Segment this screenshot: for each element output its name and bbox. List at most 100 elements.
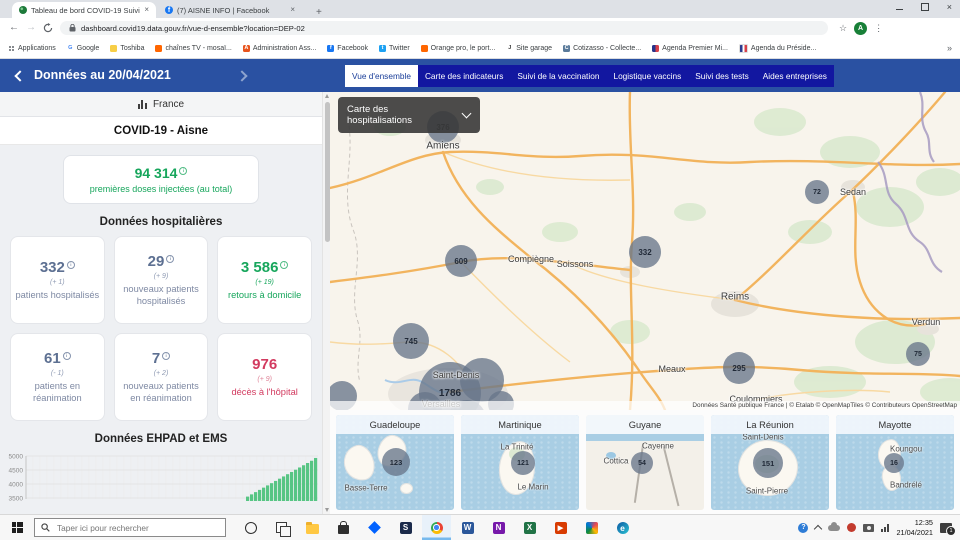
region-selector[interactable]: France — [0, 92, 322, 117]
territories-row: Basse-Terre123GuadeloupeLa TrinitéLe Mar… — [330, 410, 960, 514]
tab-close-icon[interactable]: × — [144, 6, 149, 14]
tab-close-icon[interactable]: × — [290, 6, 295, 14]
cortana-taskbar-button[interactable] — [236, 515, 265, 540]
nav-tab-logistique-vaccins[interactable]: Logistique vaccins — [606, 65, 688, 87]
camera-icon[interactable] — [863, 524, 874, 532]
close-icon[interactable]: × — [947, 2, 952, 12]
scrollbar-thumb[interactable] — [325, 102, 330, 242]
ehpad-chart: 5000450040003500 — [0, 453, 322, 501]
url-field[interactable]: dashboard.covid19.data.gouv.fr/vue-d-ens… — [60, 21, 828, 35]
bookmark-item[interactable]: fFacebook — [327, 45, 368, 52]
notifications-icon[interactable] — [940, 523, 952, 533]
territory-card-reunion[interactable]: Saint-DenisSaint-Pierre151La Réunion — [711, 415, 829, 510]
reload-icon[interactable] — [43, 23, 53, 33]
nav-tab-aides-entreprises[interactable]: Aides entreprises — [756, 65, 834, 87]
map-city-label: Saint-Denis — [433, 370, 480, 380]
new-tab-button[interactable]: + — [310, 7, 328, 18]
file-explorer-icon — [306, 524, 319, 534]
bookmark-item[interactable]: Agenda Premier Mi... — [652, 45, 728, 52]
info-icon[interactable]: i — [166, 255, 174, 263]
bookmark-item[interactable]: CCotizasso - Collecte... — [563, 45, 641, 52]
task-view-taskbar-button[interactable] — [267, 515, 296, 540]
bookmark-item[interactable]: chaînes TV - mosaï... — [155, 45, 231, 52]
excel-icon: X — [524, 522, 536, 534]
browser-tab[interactable]: f(7) AISNE INFO | Facebook× — [158, 2, 302, 18]
network-icon[interactable] — [881, 524, 889, 532]
help-icon[interactable]: ? — [798, 523, 808, 533]
map-city-label: Sedan — [840, 187, 866, 197]
photos-taskbar-button[interactable] — [577, 515, 606, 540]
next-day-icon[interactable] — [236, 70, 247, 81]
bookmark-item[interactable]: tTwitter — [379, 45, 410, 52]
folder-icon — [110, 45, 117, 52]
edge-taskbar-button[interactable]: e — [608, 515, 637, 540]
bookmark-label: Administration Ass... — [253, 45, 316, 52]
clock-date: 21/04/2021 — [896, 528, 933, 537]
onenote-taskbar-button[interactable]: N — [484, 515, 513, 540]
browser-tab[interactable]: Tableau de bord COVID-19 Suivi× — [12, 2, 156, 18]
scroll-down-icon[interactable] — [325, 508, 329, 512]
territory-city-label: La Trinité — [501, 443, 534, 452]
media-app-taskbar-button[interactable]: ▶ — [546, 515, 575, 540]
s-app-taskbar-button[interactable]: S — [391, 515, 420, 540]
bookmark-item[interactable]: Applications — [8, 45, 56, 52]
avatar[interactable]: A — [854, 22, 867, 35]
map-bubble: 609 — [445, 245, 477, 277]
file-explorer-taskbar-button[interactable] — [298, 515, 327, 540]
chrome-taskbar-button[interactable] — [422, 515, 451, 540]
dropbox-taskbar-button[interactable] — [360, 515, 389, 540]
nav-tab-suivi-de-la-vaccination[interactable]: Suivi de la vaccination — [510, 65, 606, 87]
map-city-label: Compiègne — [508, 254, 554, 264]
stat-label: patients en réanimation — [14, 380, 101, 404]
info-icon[interactable]: i — [280, 261, 288, 269]
stat-value: 7i — [152, 350, 170, 367]
browser-menu-icon[interactable]: ⋮ — [874, 23, 883, 34]
search-input[interactable] — [55, 522, 209, 534]
territory-card-guadeloupe[interactable]: Basse-Terre123Guadeloupe — [336, 415, 454, 510]
map-layer-dropdown[interactable]: Carte des hospitalisations — [338, 97, 480, 133]
tray-expand-icon[interactable] — [814, 525, 822, 533]
excel-taskbar-button[interactable]: X — [515, 515, 544, 540]
bookmark-item[interactable]: JSite garage — [506, 45, 552, 52]
store-taskbar-button[interactable] — [329, 515, 358, 540]
bookmark-item[interactable]: AAdministration Ass... — [243, 45, 316, 52]
minimize-icon[interactable] — [896, 4, 903, 10]
forward-icon[interactable]: → — [26, 23, 36, 33]
nav-tab-vue-d-ensemble[interactable]: Vue d'ensemble — [345, 65, 418, 87]
info-icon[interactable]: i — [67, 261, 75, 269]
previous-day-icon[interactable] — [14, 70, 25, 81]
word-taskbar-button[interactable]: W — [453, 515, 482, 540]
nav-tab-carte-des-indicateurs[interactable]: Carte des indicateurs — [418, 65, 510, 87]
gov-badge-icon — [652, 45, 659, 52]
start-button[interactable] — [0, 515, 34, 540]
edge-icon: e — [617, 522, 629, 534]
onedrive-icon[interactable] — [828, 525, 840, 531]
info-icon[interactable]: i — [162, 352, 170, 360]
stat-delta: (+ 9) — [257, 376, 272, 383]
bookmarks-overflow-icon[interactable]: » — [947, 43, 952, 53]
taskbar-search[interactable] — [34, 518, 226, 537]
stat-label: nouveaux patients en réanimation — [118, 380, 205, 404]
bookmark-item[interactable]: Toshiba — [110, 45, 144, 52]
bookmark-item[interactable]: Agenda du Préside... — [739, 44, 816, 53]
bookmark-item[interactable]: GGoogle — [67, 45, 100, 52]
recorder-icon[interactable] — [847, 523, 856, 532]
back-icon[interactable]: ← — [9, 23, 19, 33]
maximize-icon[interactable] — [921, 3, 929, 11]
info-icon[interactable]: i — [63, 352, 71, 360]
hospitalisations-map[interactable]: AmiensSedanCompiègneSoissonsReimsVerdunM… — [330, 92, 960, 410]
sidebar-scrollbar[interactable] — [322, 92, 330, 514]
info-icon[interactable]: i — [179, 167, 187, 175]
territory-city-label: Saint-Pierre — [746, 487, 788, 496]
scroll-up-icon[interactable] — [325, 94, 329, 98]
map-bubble: 123 — [382, 448, 410, 476]
map-bubble: 295 — [723, 352, 755, 384]
taskbar-clock[interactable]: 12:35 21/04/2021 — [896, 518, 933, 537]
map-bubble: 332 — [629, 236, 661, 268]
territory-card-martinique[interactable]: La TrinitéLe Marin121Martinique — [461, 415, 579, 510]
territory-card-guyane[interactable]: CayenneCottica54Guyane — [586, 415, 704, 510]
territory-card-mayotte[interactable]: KoungouBandrélé16Mayotte — [836, 415, 954, 510]
nav-tab-suivi-des-tests[interactable]: Suivi des tests — [688, 65, 756, 87]
bookmark-item[interactable]: Orange pro, le port... — [421, 45, 496, 52]
bookmark-star-icon[interactable]: ☆ — [839, 23, 847, 34]
